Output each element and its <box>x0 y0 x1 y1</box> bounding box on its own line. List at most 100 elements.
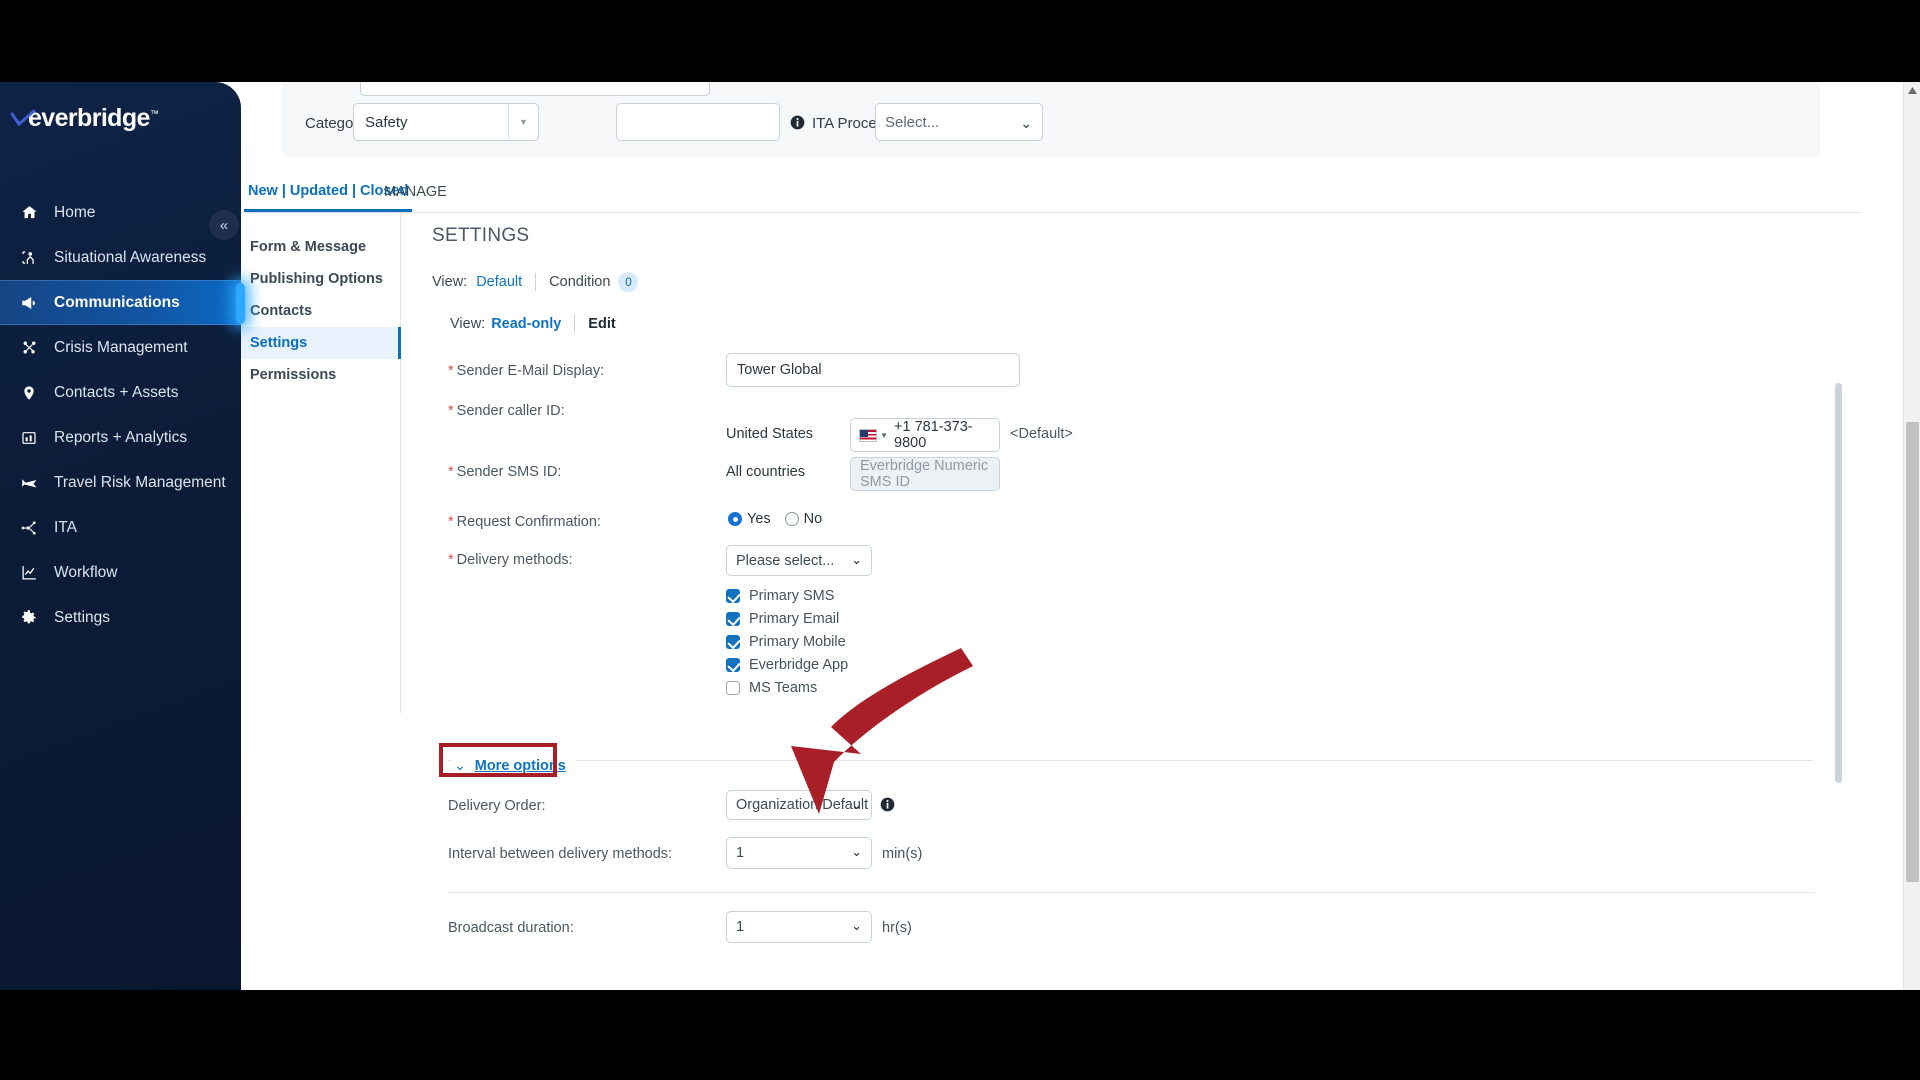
required-asterisk: * <box>448 552 454 568</box>
sender-caller-id-label: *Sender caller ID: <box>448 403 565 419</box>
annotation-highlight-box <box>439 743 557 777</box>
subnav-item-form-message[interactable]: Form & Message <box>241 231 400 263</box>
everbridge-logo[interactable]: everbridge™ <box>8 98 188 138</box>
megaphone-icon <box>16 293 42 313</box>
subnav-item-contacts[interactable]: Contacts <box>241 295 400 327</box>
sidebar-item-label: Home <box>54 204 95 222</box>
checkbox-row-primary-mobile[interactable]: Primary Mobile <box>726 630 848 653</box>
radio-yes[interactable] <box>728 512 742 526</box>
label-text: Sender E-Mail Display: <box>457 363 604 379</box>
sidebar-item-label: Reports + Analytics <box>54 429 187 447</box>
category-arrow-glyph: ▼ <box>519 117 528 127</box>
sidebar-item-settings[interactable]: Settings <box>0 595 241 640</box>
view-label: View: <box>432 274 467 290</box>
chevron-down-icon: ⌄ <box>851 797 862 813</box>
interval-select[interactable]: 1 ⌄ <box>726 837 872 869</box>
view-default-link[interactable]: Default <box>476 274 522 290</box>
sidebar-item-ita[interactable]: ITA <box>0 505 241 550</box>
checkbox-row-everbridge-app[interactable]: Everbridge App <box>726 653 848 676</box>
screenshot-root: everbridge™ « Home <box>0 0 1920 1080</box>
required-asterisk: * <box>448 363 454 379</box>
info-icon[interactable] <box>880 797 895 812</box>
view-mode-row: View: Read-only Edit <box>450 315 616 332</box>
checkbox-everbridge-app[interactable] <box>726 658 740 672</box>
sidebar-item-label: Situational Awareness <box>54 249 206 267</box>
sender-caller-id-phone-select[interactable]: ▼ +1 781-373-9800 <box>850 418 1000 452</box>
radio-yes-label[interactable]: Yes <box>747 511 771 527</box>
checkbox-ms-teams[interactable] <box>726 681 740 695</box>
scroll-up-arrow-icon[interactable] <box>1907 86 1918 95</box>
main-content: Category Safety ▼ Template ID ITA Proces… <box>241 82 1920 990</box>
sender-sms-id-label: *Sender SMS ID: <box>448 464 561 480</box>
category-select[interactable]: Safety ▼ <box>353 103 539 141</box>
label-text: Delivery methods: <box>457 552 573 568</box>
field-row-broadcast-duration: Broadcast duration: 1 ⌄ hr(s) <box>402 911 1861 951</box>
ita-process-select[interactable]: Select... ⌄ <box>875 103 1043 141</box>
subnav-item-settings[interactable]: Settings <box>241 327 400 359</box>
checkbox-row-primary-sms[interactable]: Primary SMS <box>726 584 848 607</box>
checkbox-primary-email[interactable] <box>726 612 740 626</box>
everbridge-checkmark-icon <box>10 110 36 130</box>
situational-awareness-icon <box>16 248 42 268</box>
label-text: Sender caller ID: <box>457 403 565 419</box>
request-confirmation-radios: Yes No <box>728 511 836 527</box>
checkbox-row-ms-teams[interactable]: MS Teams <box>726 676 848 699</box>
clipped-text-field-above[interactable] <box>360 82 710 96</box>
checkbox-primary-mobile[interactable] <box>726 635 740 649</box>
tab-manage[interactable]: MANAGE <box>380 176 451 212</box>
broadcast-duration-value: 1 <box>736 919 744 935</box>
sidebar-item-communications[interactable]: Communications <box>0 280 241 325</box>
divider <box>535 273 536 291</box>
chevron-down-icon: ⌄ <box>851 918 862 934</box>
subnav-item-publishing-options[interactable]: Publishing Options <box>241 263 400 295</box>
subnav-item-label: Contacts <box>250 303 312 319</box>
delivery-methods-select[interactable]: Please select... ⌄ <box>726 545 872 576</box>
delivery-methods-label: *Delivery methods: <box>448 552 573 568</box>
template-id-input[interactable] <box>616 103 780 141</box>
chevron-down-icon[interactable]: ▼ <box>508 104 538 140</box>
sidebar-item-label: Travel Risk Management <box>54 474 226 492</box>
sidebar-item-crisis-management[interactable]: Crisis Management <box>0 325 241 370</box>
sidebar-item-label: Crisis Management <box>54 339 188 357</box>
broadcast-duration-label: Broadcast duration: <box>448 920 574 936</box>
view-mode-label: View: <box>450 316 485 332</box>
interval-label: Interval between delivery methods: <box>448 846 672 862</box>
sidebar-item-workflow[interactable]: Workflow <box>0 550 241 595</box>
required-asterisk: * <box>448 464 454 480</box>
sender-sms-id-placeholder: Everbridge Numeric SMS ID <box>860 458 999 490</box>
chevron-down-icon: ⌄ <box>1020 115 1032 132</box>
delivery-order-select[interactable]: Organization Default ⌄ <box>726 790 872 820</box>
settings-subnav: Form & Message Publishing Options Contac… <box>241 213 401 713</box>
checkbox-row-primary-email[interactable]: Primary Email <box>726 607 848 630</box>
radio-no-label[interactable]: No <box>804 511 823 527</box>
pane-scrollbar-thumb[interactable] <box>1835 383 1842 783</box>
broadcast-duration-select[interactable]: 1 ⌄ <box>726 911 872 943</box>
sidebar-nav: Home Situational Awareness <box>0 190 241 640</box>
sender-email-display-input[interactable]: Tower Global <box>726 353 1020 387</box>
subnav-item-permissions[interactable]: Permissions <box>241 359 400 391</box>
subnav-item-label: Permissions <box>250 367 336 383</box>
field-row-delivery-order: Delivery Order: Organization Default ⌄ <box>402 790 1861 830</box>
browser-scrollbar[interactable] <box>1903 82 1920 990</box>
sender-sms-id-input[interactable]: Everbridge Numeric SMS ID <box>850 457 1000 491</box>
sidebar-item-situational-awareness[interactable]: Situational Awareness <box>0 235 241 280</box>
view-row: View: Default Condition 0 <box>432 272 638 292</box>
sender-sms-id-country: All countries <box>726 464 805 480</box>
browser-scrollbar-thumb[interactable] <box>1906 422 1919 882</box>
sidebar-item-reports-analytics[interactable]: Reports + Analytics <box>0 415 241 460</box>
field-row-delivery-methods: *Delivery methods: Please select... ⌄ <box>402 543 1861 583</box>
interval-value: 1 <box>736 845 744 861</box>
checkbox-primary-sms[interactable] <box>726 589 740 603</box>
chevron-down-icon: ⌄ <box>851 844 862 860</box>
sender-caller-id-phone-value: +1 781-373-9800 <box>894 419 999 451</box>
info-icon[interactable] <box>790 115 805 130</box>
map-pin-icon <box>16 383 42 403</box>
label-text: Request Confirmation: <box>457 514 601 530</box>
sidebar-item-home[interactable]: Home <box>0 190 241 235</box>
logo-wordmark: everbridge <box>28 104 150 132</box>
edit-link[interactable]: Edit <box>588 316 615 332</box>
field-row-sender-sms-id: *Sender SMS ID: All countries Everbridge… <box>402 458 1861 508</box>
sidebar-item-contacts-assets[interactable]: Contacts + Assets <box>0 370 241 415</box>
sidebar-item-travel-risk-management[interactable]: Travel Risk Management <box>0 460 241 505</box>
radio-no[interactable] <box>785 512 799 526</box>
